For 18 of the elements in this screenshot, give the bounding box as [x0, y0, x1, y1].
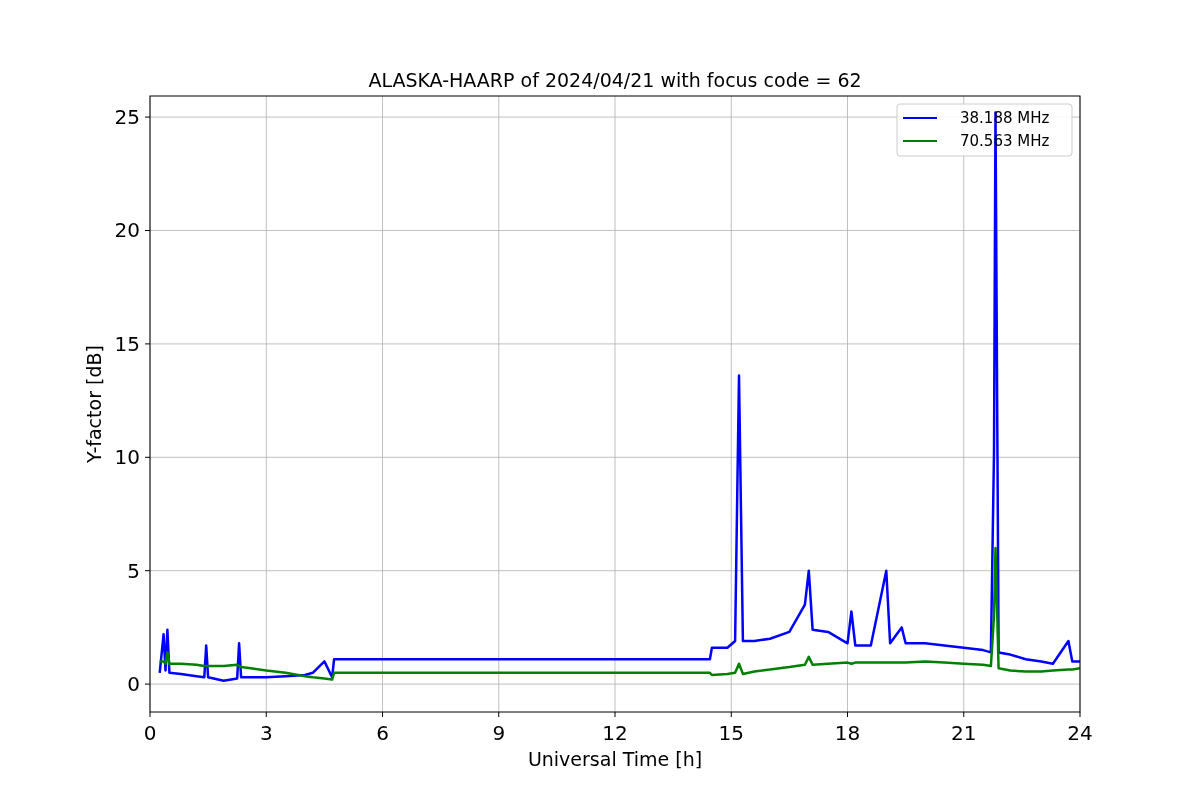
chart-title: ALASKA-HAARP of 2024/04/21 with focus code = 62 — [368, 69, 862, 91]
x-tick-label: 21 — [951, 721, 977, 745]
x-tick-label: 24 — [1067, 721, 1093, 745]
x-tick-label: 0 — [143, 721, 157, 745]
x-tick-label: 12 — [602, 721, 628, 745]
x-tick-label: 18 — [834, 721, 861, 745]
x-tick-label: 15 — [718, 721, 744, 745]
y-tick-label: 0 — [127, 672, 140, 697]
x-tick-label: 9 — [492, 721, 506, 745]
y-tick-label: 20 — [114, 218, 140, 243]
y-tick-label: 15 — [114, 331, 140, 356]
y-axis-label: Y-factor [dB] — [83, 345, 105, 463]
x-tick-label: 6 — [376, 721, 389, 745]
y-tick-label: 25 — [114, 105, 140, 130]
x-tick-label: 3 — [259, 721, 273, 745]
x-axis-label: Universal Time [h] — [527, 748, 703, 770]
y-tick-label: 10 — [114, 445, 140, 470]
y-tick-label: 5 — [127, 558, 140, 583]
